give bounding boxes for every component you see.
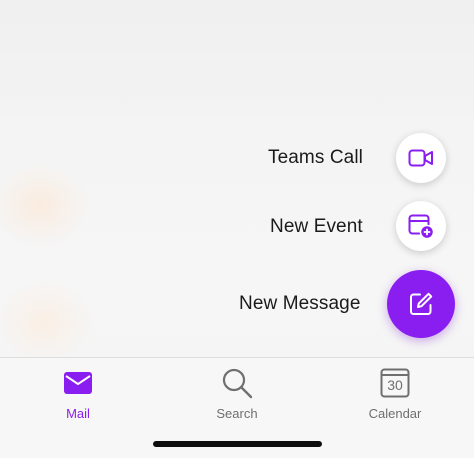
teams-call-label: Teams Call [268,147,363,168]
calendar-add-icon [408,214,435,240]
app-screen: Teams Call New Event New Message Mail Se… [0,0,474,458]
tab-mail-label: Mail [66,406,90,421]
new-message-label: New Message [239,293,361,314]
tab-search-label: Search [216,406,258,421]
calendar-icon: 30 [378,366,412,400]
video-camera-icon [408,149,433,167]
tab-calendar-label: Calendar [368,406,422,421]
tab-calendar[interactable]: 30 Calendar [340,366,450,421]
search-icon [220,366,254,400]
new-event-button[interactable] [396,201,446,251]
tab-search[interactable]: Search [182,366,292,421]
calendar-date-badge: 30 [387,377,403,393]
teams-call-button[interactable] [396,133,446,183]
compose-icon [410,292,433,315]
home-indicator [153,441,322,447]
mail-icon [61,366,95,400]
new-event-label: New Event [270,216,363,237]
blurred-background [0,0,474,140]
new-message-button[interactable] [387,270,455,338]
tab-mail[interactable]: Mail [23,366,133,421]
